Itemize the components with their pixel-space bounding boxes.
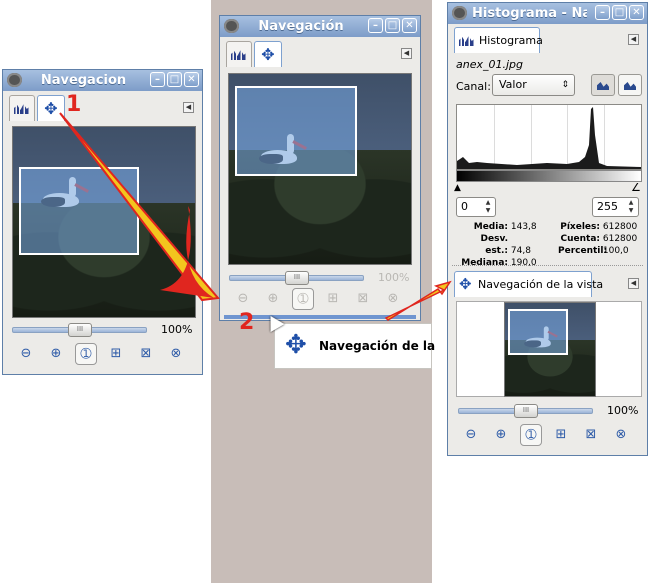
annotation-arrows bbox=[59, 112, 452, 321]
arrow-1 bbox=[59, 112, 220, 302]
step-marker-2: 2 bbox=[239, 310, 255, 335]
arrow-2 bbox=[384, 280, 452, 321]
step-marker-1: 1 bbox=[66, 92, 82, 117]
